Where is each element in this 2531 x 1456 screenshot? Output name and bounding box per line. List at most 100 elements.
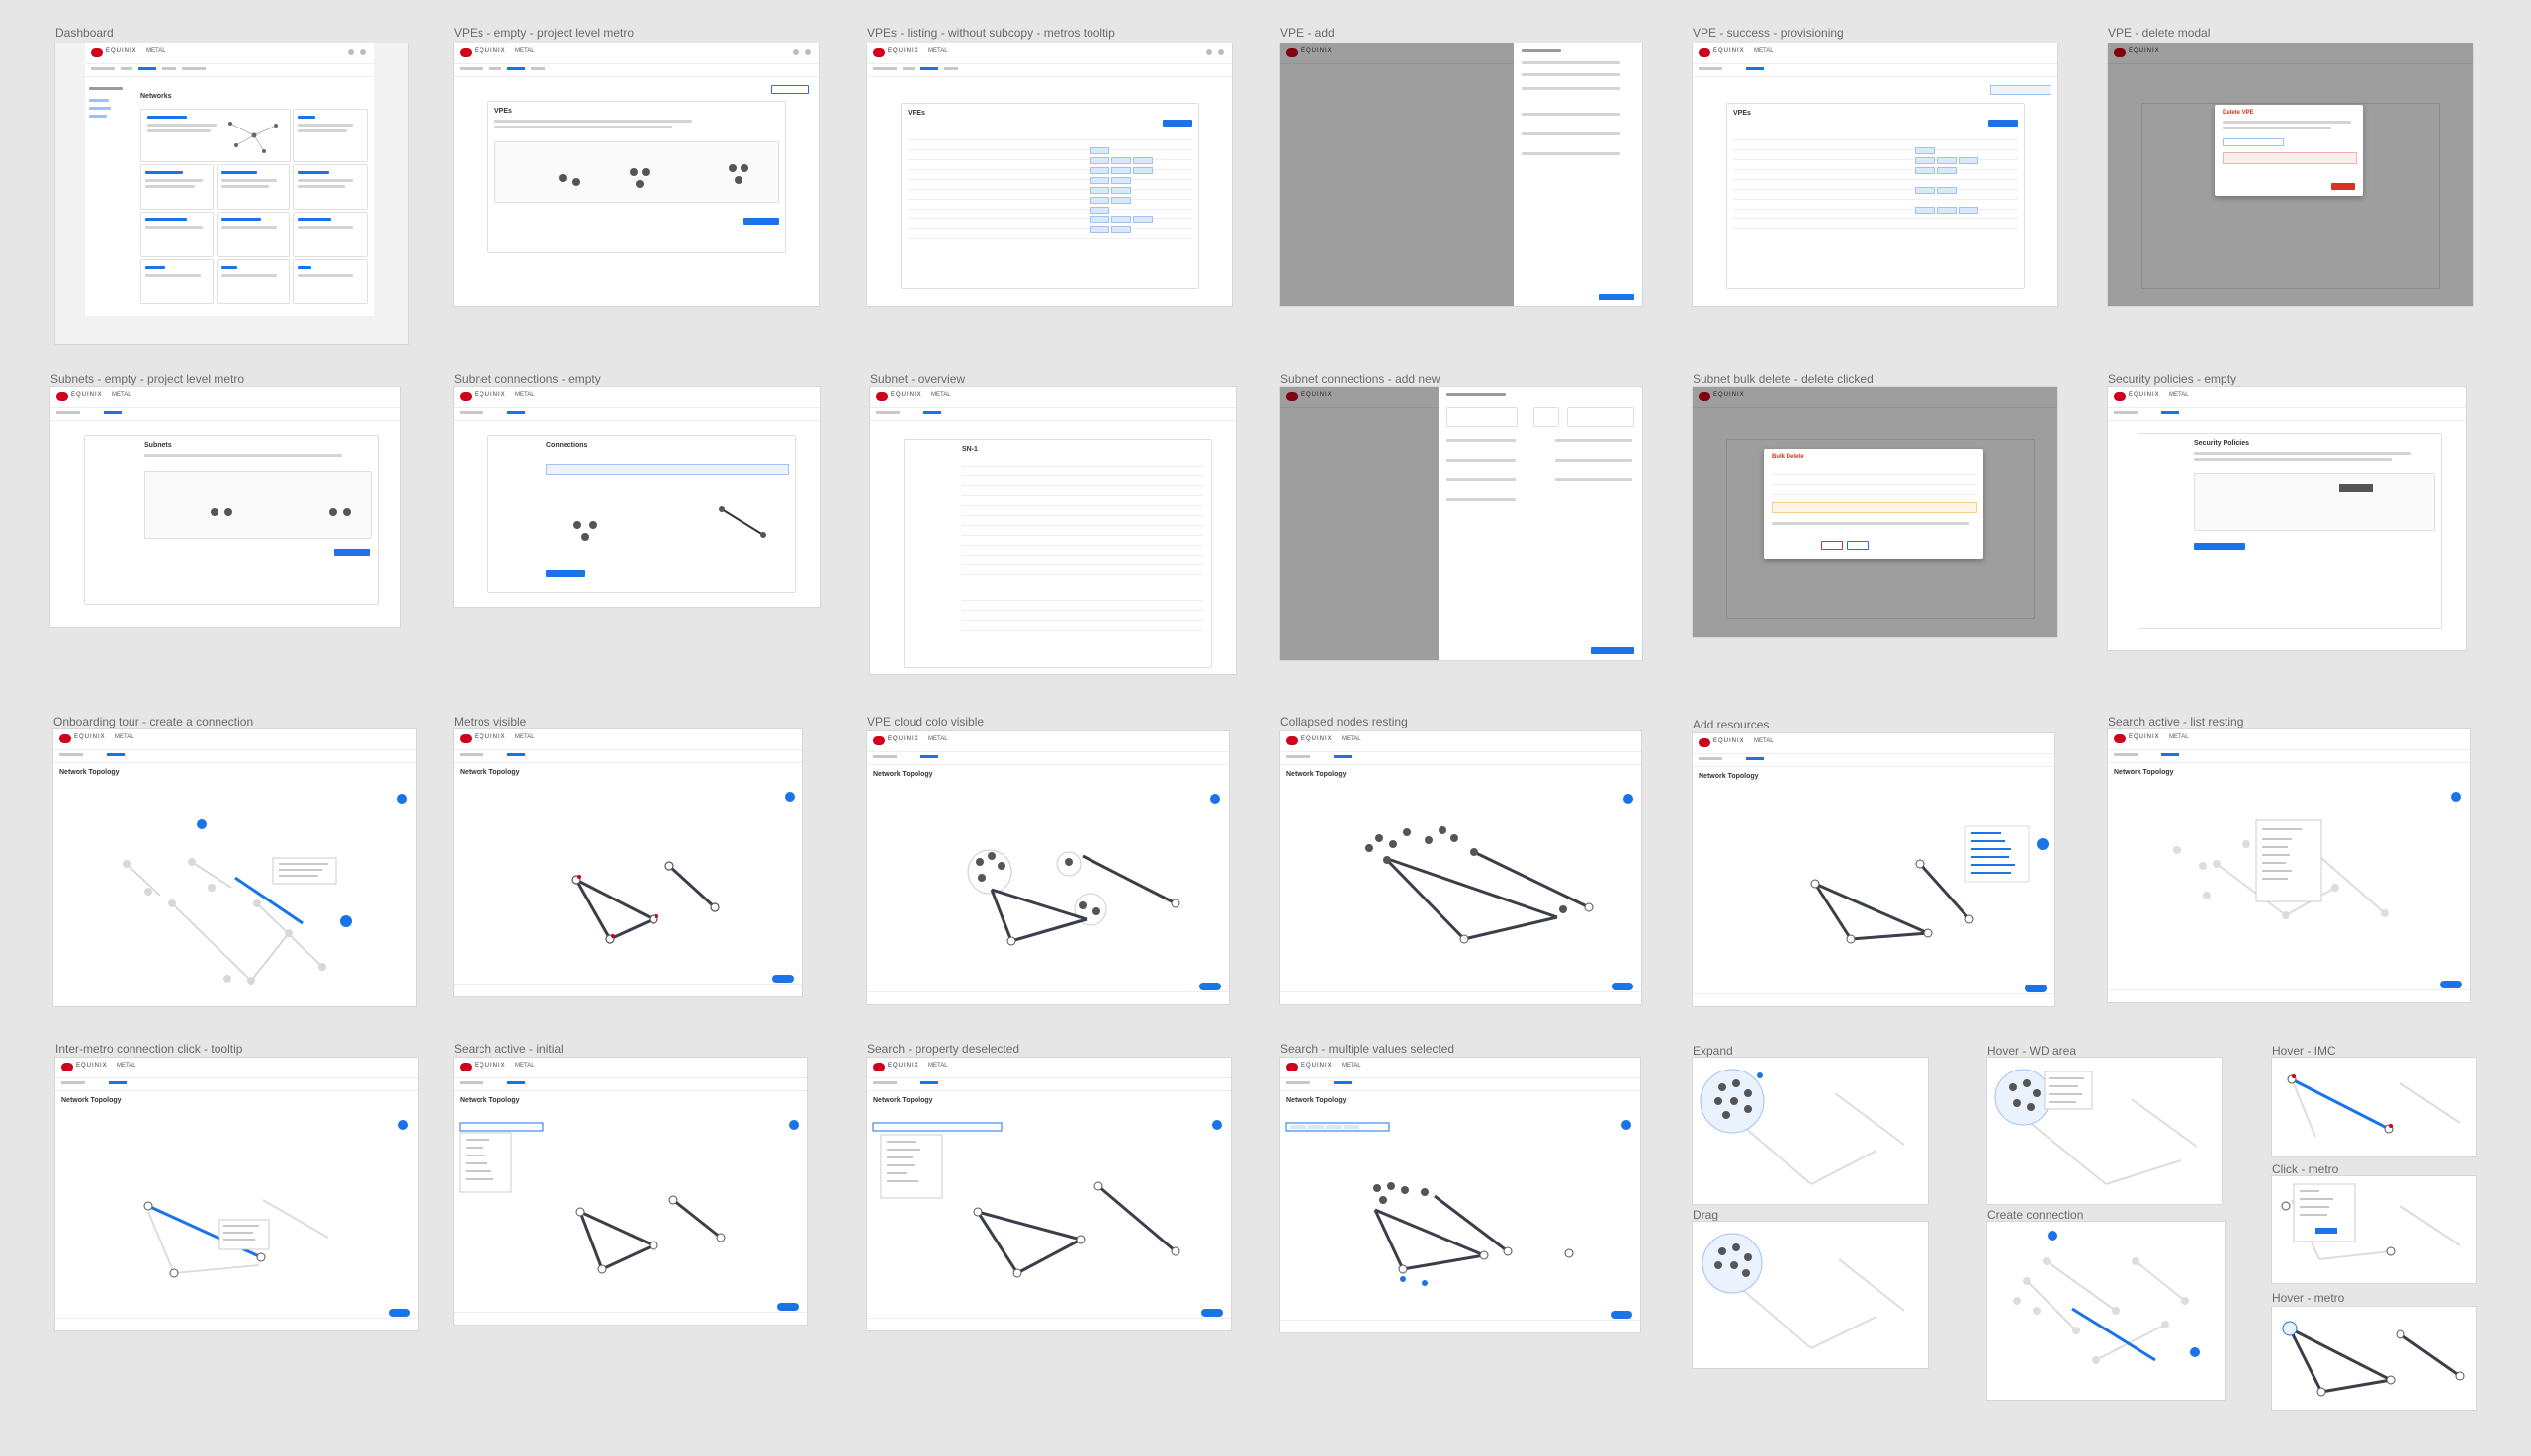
project-nav [454, 408, 820, 421]
product-name: METAL [2169, 734, 2189, 740]
search-icon[interactable] [348, 49, 354, 55]
share-button[interactable] [1612, 983, 1633, 990]
confirm-name-input[interactable] [2223, 138, 2284, 146]
equinix-logo [61, 1063, 73, 1071]
app-header: EQUINIX METAL [454, 729, 802, 750]
warning-banner [1772, 502, 1977, 513]
card-3[interactable] [217, 164, 290, 210]
app-header: EQUINIX METAL [867, 43, 1232, 64]
project-nav [1693, 64, 2057, 77]
frame-label: VPE - delete modal [2108, 26, 2211, 40]
topology-canvas[interactable] [1987, 1222, 2225, 1400]
page-title: VPEs [908, 110, 925, 117]
topology-canvas[interactable] [2272, 1307, 2476, 1410]
brand-name: EQUINIX [74, 734, 106, 740]
network-topology-card[interactable] [140, 109, 291, 162]
frame-label: VPEs - listing - without subcopy - metro… [867, 26, 1115, 40]
share-button[interactable] [1611, 1311, 1632, 1319]
card-5[interactable] [140, 212, 214, 257]
user-menu-icon[interactable] [1218, 49, 1224, 55]
page-title: Network Topology [61, 1097, 122, 1104]
search-icon[interactable] [793, 49, 799, 55]
vpes-card[interactable] [293, 109, 368, 162]
frame-expand [1693, 1058, 1928, 1204]
frame-label: Hover - IMC [2272, 1044, 2336, 1058]
search-icon[interactable] [1206, 49, 1212, 55]
topology-canvas[interactable] [1987, 1058, 2222, 1204]
topology-canvas[interactable] [2272, 1058, 2476, 1156]
share-button[interactable] [1199, 983, 1221, 990]
equinix-logo [59, 734, 71, 743]
brand-name: EQUINIX [475, 1063, 506, 1069]
how-it-works-box [2194, 473, 2435, 531]
topology-canvas[interactable] [867, 787, 1229, 1004]
frame-label: VPE - add [1280, 26, 1335, 40]
card-2[interactable] [140, 164, 214, 210]
topology-canvas[interactable] [1693, 1058, 1928, 1204]
topology-canvas[interactable] [454, 1113, 807, 1325]
network-topology-button[interactable] [771, 85, 809, 94]
topology-canvas[interactable] [53, 785, 416, 1006]
add-connection-button[interactable] [546, 570, 585, 577]
page-title: Subnets [144, 442, 172, 449]
add-connection-submit-button[interactable] [1591, 647, 1634, 654]
share-button[interactable] [2440, 981, 2462, 988]
page-title: Security Policies [2194, 440, 2250, 447]
topology-canvas[interactable] [1693, 789, 2054, 1006]
page-title: Network Topology [460, 1097, 520, 1104]
card-10[interactable] [293, 259, 368, 304]
card-7[interactable] [293, 212, 368, 257]
topology-canvas[interactable] [2108, 785, 2470, 1002]
project-nav [870, 408, 1236, 421]
share-button[interactable] [2025, 985, 2047, 992]
equinix-logo [876, 392, 888, 401]
share-button[interactable] [1201, 1309, 1223, 1317]
project-nav [454, 64, 819, 77]
topology-canvas[interactable] [1280, 787, 1641, 1004]
frame-label: Subnet - overview [870, 372, 966, 385]
add-security-policy-button[interactable] [2194, 543, 2245, 550]
app-header: EQUINIX METAL [85, 43, 374, 64]
legend-bar [454, 984, 802, 996]
add-vpe-button[interactable] [743, 218, 779, 225]
product-name: METAL [1754, 738, 1774, 744]
brand-name: EQUINIX [71, 392, 103, 398]
card-9[interactable] [217, 259, 290, 304]
frame-subnet-overview: EQUINIX METAL SN-1 [870, 387, 1236, 674]
share-button[interactable] [389, 1309, 410, 1317]
delete-button[interactable] [1821, 541, 1843, 550]
frame-label: Subnet bulk delete - delete clicked [1693, 372, 1874, 385]
topology-canvas[interactable] [1280, 1113, 1640, 1332]
product-name: METAL [1342, 736, 1361, 742]
card-4[interactable] [293, 164, 368, 210]
topology-canvas[interactable] [867, 1113, 1231, 1330]
provisioning-toast [1990, 85, 2051, 95]
topology-canvas[interactable] [55, 1113, 418, 1330]
delete-vpe-button[interactable] [2331, 183, 2355, 190]
user-menu-icon[interactable] [805, 49, 811, 55]
info-banner [546, 464, 789, 475]
card-6[interactable] [217, 212, 290, 257]
topology-canvas[interactable] [1693, 1222, 1928, 1368]
topology-canvas[interactable] [2272, 1176, 2476, 1283]
add-vpe-drawer [1514, 43, 1642, 306]
add-vpe-button[interactable] [1163, 120, 1192, 127]
page-title: SN-1 [962, 446, 978, 453]
frame-label: Search - property deselected [867, 1042, 1020, 1056]
cancel-button[interactable] [1847, 541, 1869, 550]
share-button[interactable] [777, 1303, 799, 1311]
add-vpe-button[interactable] [1988, 120, 2018, 127]
frame-vpe-delete: EQUINIX Delete VPE [2108, 43, 2473, 306]
page-title: Network Topology [873, 771, 933, 778]
product-name: METAL [515, 1063, 535, 1069]
share-button[interactable] [772, 975, 794, 983]
page-title: Network Topology [873, 1097, 933, 1104]
frame-label: Drag [1693, 1208, 1719, 1222]
user-menu-icon[interactable] [360, 49, 366, 55]
topology-canvas[interactable] [454, 785, 802, 996]
brand-name: EQUINIX [1301, 736, 1333, 742]
subnet-card: SN-1 [904, 439, 1212, 668]
add-subnet-button[interactable] [334, 549, 370, 556]
add-vpe-submit-button[interactable] [1599, 294, 1634, 300]
card-8[interactable] [140, 259, 214, 304]
